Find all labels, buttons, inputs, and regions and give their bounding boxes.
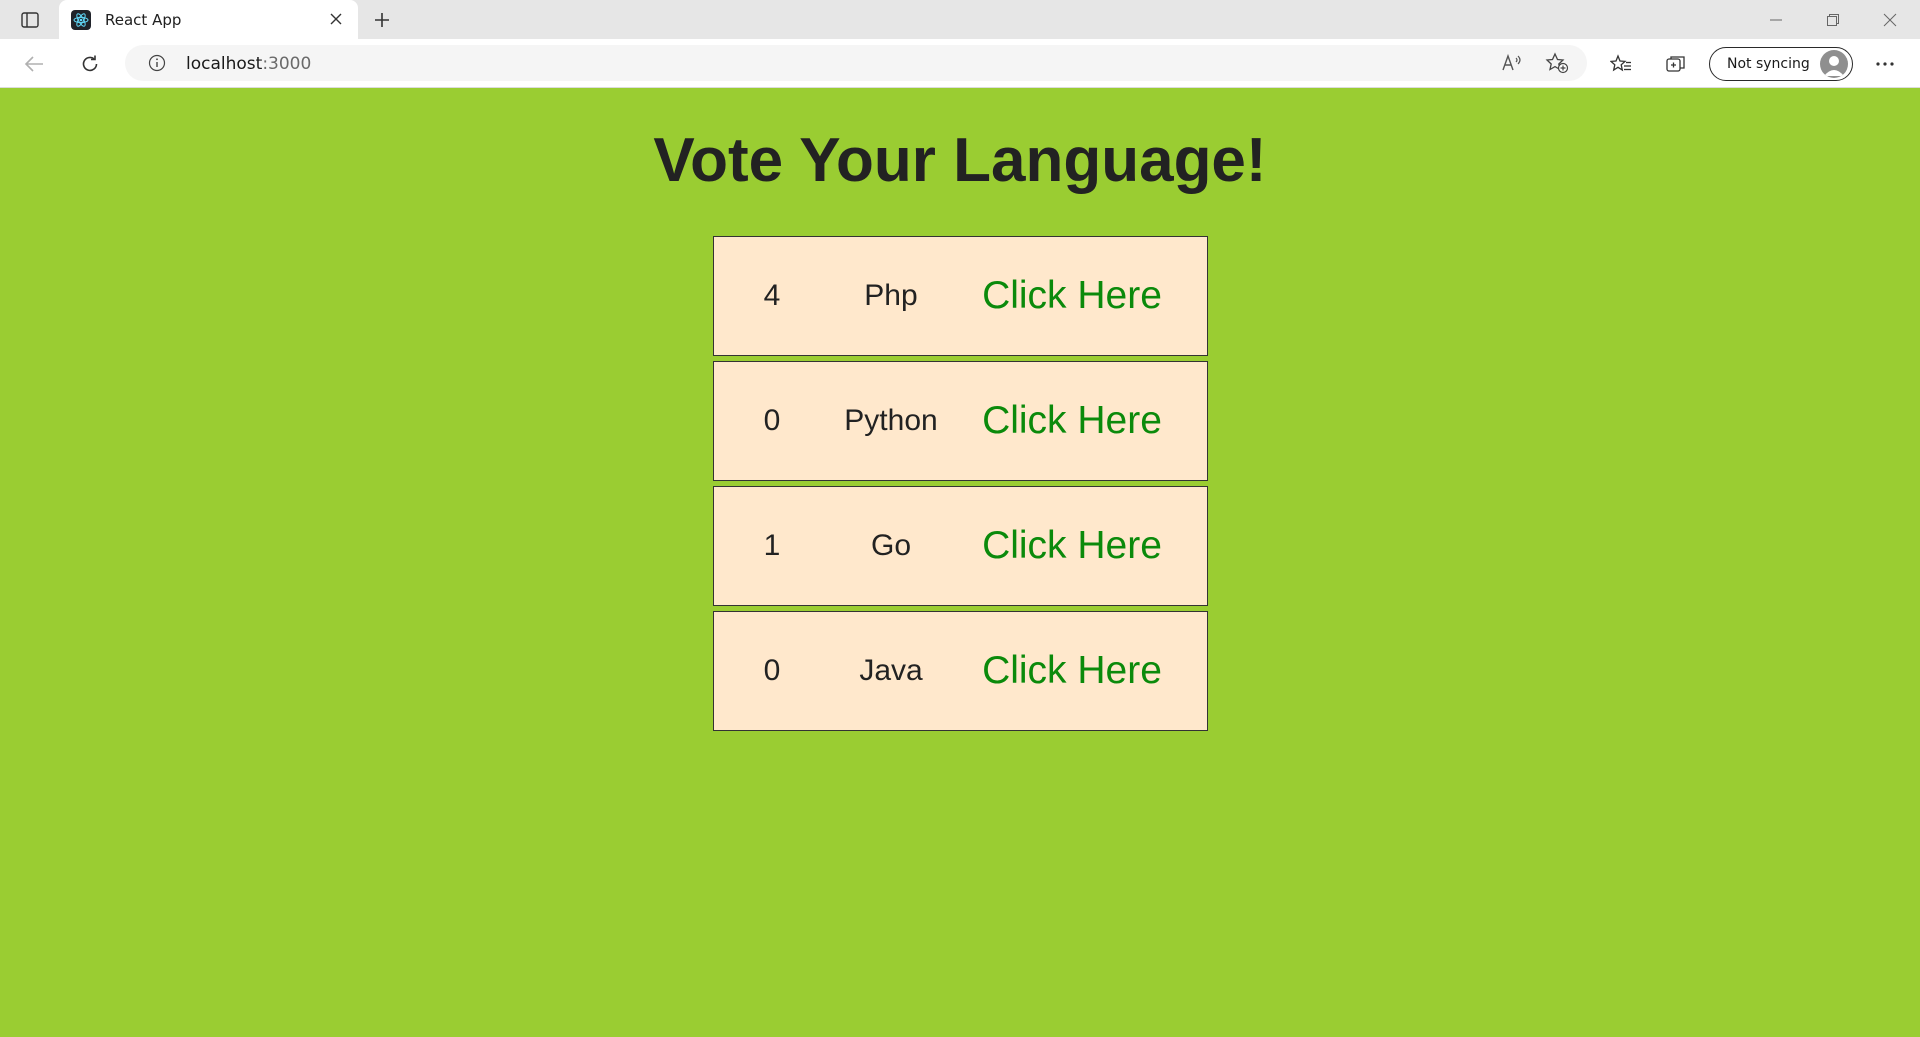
vote-row-php: 4 Php Click Here — [713, 236, 1208, 356]
collections-icon[interactable] — [1663, 51, 1689, 77]
vote-button-python[interactable]: Click Here — [982, 362, 1162, 480]
vote-button-go[interactable]: Click Here — [982, 487, 1162, 605]
favorites-icon[interactable] — [1608, 51, 1634, 77]
language-name: Java — [859, 654, 923, 687]
more-options-icon[interactable] — [1872, 51, 1898, 77]
vote-button-php[interactable]: Click Here — [982, 237, 1162, 355]
close-icon[interactable] — [328, 11, 344, 27]
url-port: :3000 — [262, 54, 312, 74]
sync-label: Not syncing — [1727, 56, 1810, 72]
address-bar[interactable]: localhost:3000 — [125, 45, 1587, 81]
restore-icon[interactable] — [1821, 8, 1845, 32]
read-aloud-icon[interactable] — [1500, 51, 1524, 75]
tab-actions-icon[interactable] — [14, 8, 46, 32]
vote-row-java: 0 Java Click Here — [713, 611, 1208, 731]
add-favorite-icon[interactable] — [1545, 51, 1569, 75]
vote-list: 4 Php Click Here 0 Python Click Here 1 G… — [713, 236, 1208, 736]
language-name: Python — [844, 404, 938, 437]
refresh-icon[interactable] — [77, 51, 103, 77]
tab-strip: React App — [0, 0, 1920, 39]
language-name: Php — [864, 279, 918, 312]
minimize-icon[interactable] — [1764, 8, 1788, 32]
tab-title: React App — [105, 10, 182, 29]
vote-row-python: 0 Python Click Here — [713, 361, 1208, 481]
vote-count: 0 — [763, 404, 781, 437]
page-content: Vote Your Language! 4 Php Click Here 0 P… — [0, 89, 1920, 1037]
profile-sync-button[interactable]: Not syncing — [1709, 47, 1853, 81]
browser-tab[interactable]: React App — [59, 0, 358, 39]
url-host: localhost — [186, 54, 263, 74]
page-title: Vote Your Language! — [653, 126, 1267, 195]
vote-button-java[interactable]: Click Here — [982, 612, 1162, 730]
back-arrow-icon[interactable] — [21, 51, 47, 77]
react-logo-icon — [71, 9, 91, 30]
info-icon[interactable] — [147, 53, 167, 73]
vote-count: 4 — [763, 279, 781, 312]
vote-row-go: 1 Go Click Here — [713, 486, 1208, 606]
language-name: Go — [870, 529, 912, 562]
vote-count: 0 — [763, 654, 781, 687]
close-window-icon[interactable] — [1878, 8, 1902, 32]
navigation-bar: localhost:3000 Not syncing — [0, 39, 1920, 88]
avatar — [1820, 50, 1848, 78]
vote-count: 1 — [763, 529, 781, 562]
url-text[interactable]: localhost:3000 — [186, 54, 311, 74]
new-tab-icon[interactable] — [370, 8, 394, 32]
